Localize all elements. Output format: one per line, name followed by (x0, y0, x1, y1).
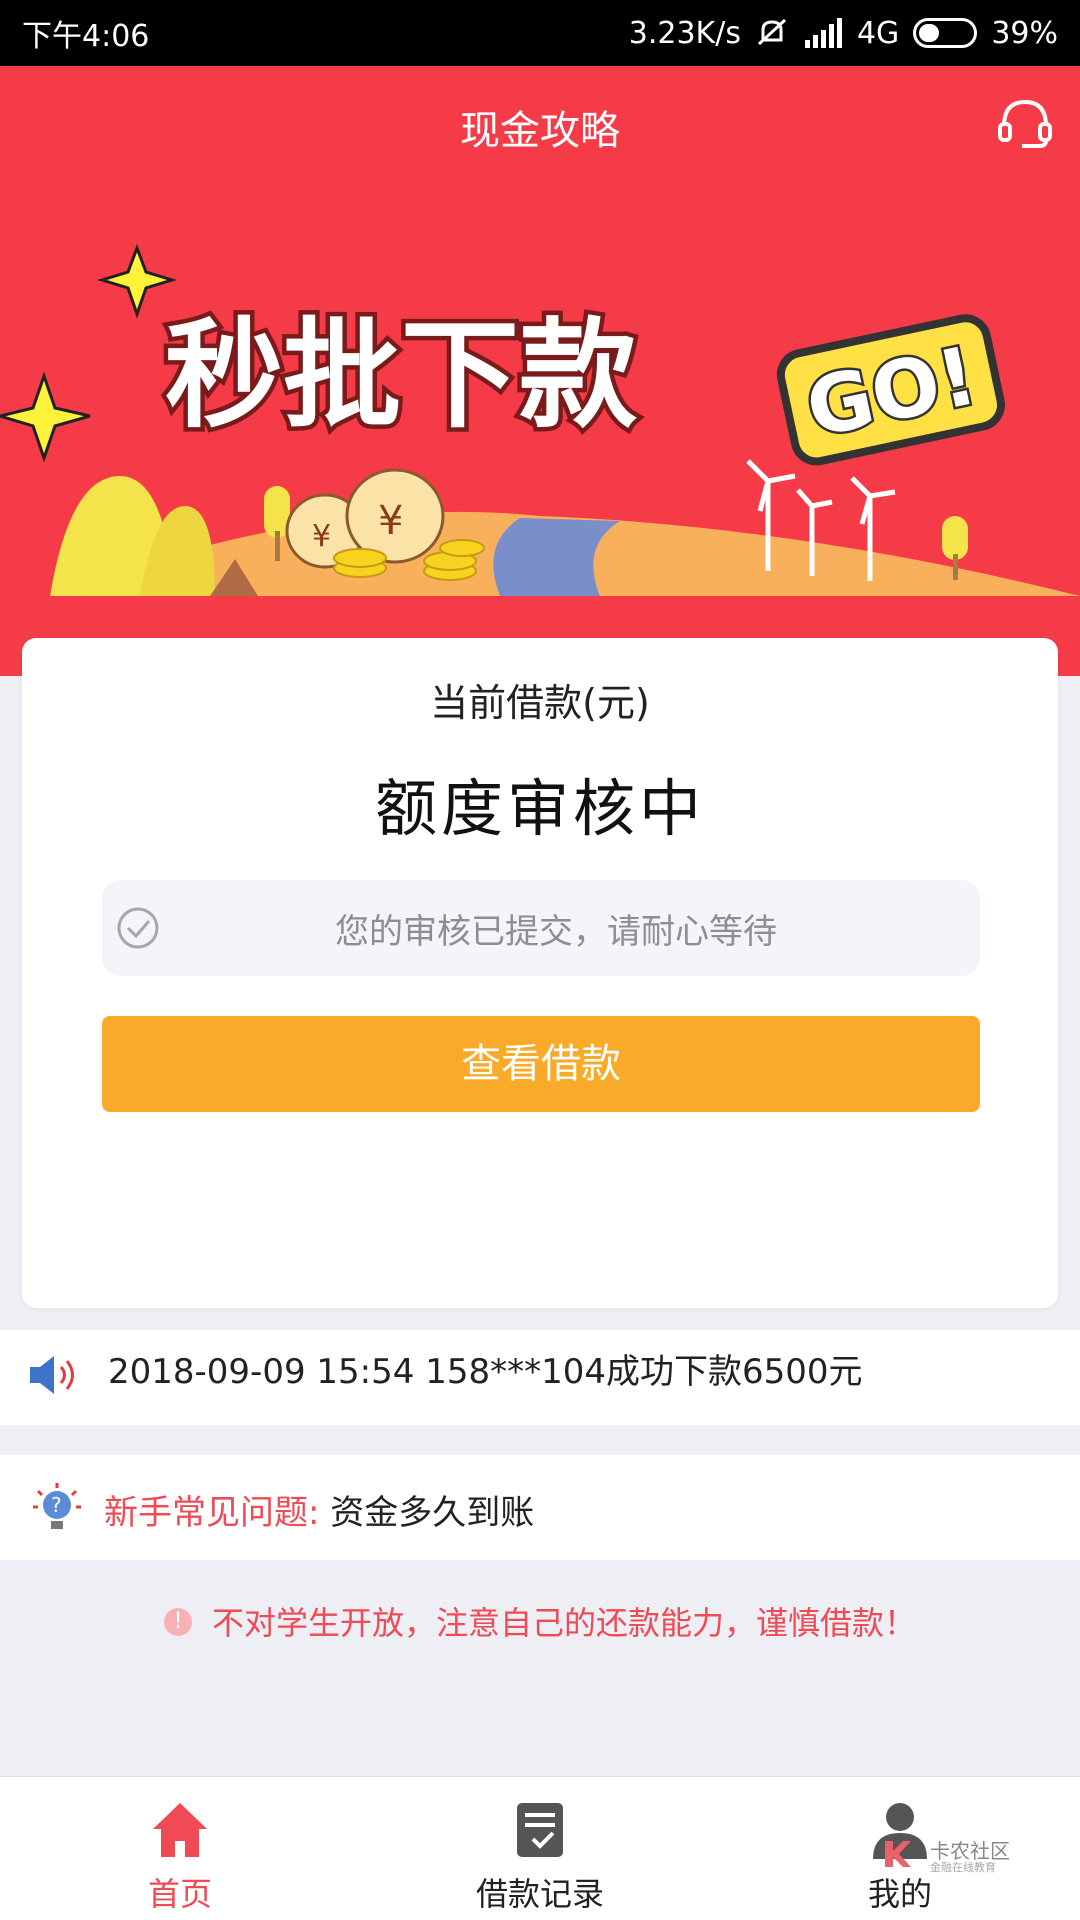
svg-text:?: ? (51, 1493, 62, 1517)
promo-banner: ¥ ¥ 秒批下款 GO! (0, 243, 1080, 596)
nav-profile-label: 我的 (867, 1875, 932, 1913)
record-icon (517, 1803, 563, 1857)
page-title: 现金攻略 (460, 108, 620, 154)
watermark: 卡农社区 金融在线教育 (885, 1835, 1014, 1875)
loan-status: 额度审核中 (374, 772, 705, 845)
watermark-sub: 金融在线教育 (930, 1861, 996, 1874)
faq-question[interactable]: 资金多久到账 (330, 1493, 534, 1533)
announcement-text: 2018-09-09 15:54 158***104成功下款6500元 (108, 1352, 863, 1392)
nav-home[interactable]: 首页 (0, 1777, 360, 1920)
view-loan-button[interactable]: 查看借款 (102, 1016, 980, 1112)
warning-text: 不对学生开放，注意自己的还款能力，谨慎借款！ (211, 1604, 916, 1642)
loan-label: 当前借款(元) (430, 681, 650, 725)
faq-text: 新手常见问题: 资金多久到账 (104, 1485, 534, 1534)
battery-icon (913, 18, 978, 48)
svg-text:¥: ¥ (378, 498, 403, 544)
svg-text:¥: ¥ (312, 519, 331, 554)
banner-headline: 秒批下款 (165, 306, 637, 444)
loan-announcement: 2018-09-09 15:54 158***104成功下款6500元 (0, 1330, 1080, 1425)
exclamation-icon: ! (163, 1608, 192, 1636)
signal-icon (804, 18, 842, 48)
review-notice: 您的审核已提交，请耐心等待 (102, 880, 980, 976)
status-indicators: 3.23K/s 4G 39% (629, 16, 1058, 51)
network-type: 4G (856, 15, 900, 51)
nav-loan-records[interactable]: 借款记录 (360, 1777, 720, 1920)
status-bar: 下午4:06 3.23K/s 4G 39% (0, 0, 1080, 66)
bottom-nav: 首页 借款记录 我的 卡农社区 金融在线教育 (0, 1776, 1080, 1920)
status-time: 下午4:06 (22, 19, 150, 54)
home-icon (153, 1803, 207, 1857)
network-speed: 3.23K/s (628, 15, 741, 51)
header: 现金攻略 ¥ ¥ 秒批下款 GO! (0, 66, 1080, 676)
customer-service-icon[interactable] (992, 90, 1058, 156)
nav-loan-records-label: 借款记录 (475, 1875, 604, 1913)
lightbulb-icon: ? (33, 1483, 81, 1529)
warning-message: ! 不对学生开放，注意自己的还款能力，谨慎借款！ (0, 1598, 1080, 1644)
faq-row[interactable]: ? 新手常见问题: 资金多久到账 (0, 1455, 1080, 1560)
nav-profile[interactable]: 我的 卡农社区 金融在线教育 (720, 1777, 1080, 1920)
loan-card: 当前借款(元) 额度审核中 您的审核已提交，请耐心等待 查看借款 (22, 638, 1058, 1308)
review-notice-text: 您的审核已提交，请耐心等待 (335, 912, 777, 952)
faq-label: 新手常见问题: (104, 1493, 320, 1533)
watermark-logo-icon (885, 1841, 911, 1867)
nav-home-label: 首页 (147, 1875, 212, 1913)
battery-percent: 39% (991, 15, 1058, 51)
mute-icon (757, 18, 786, 46)
speaker-icon (30, 1356, 74, 1394)
